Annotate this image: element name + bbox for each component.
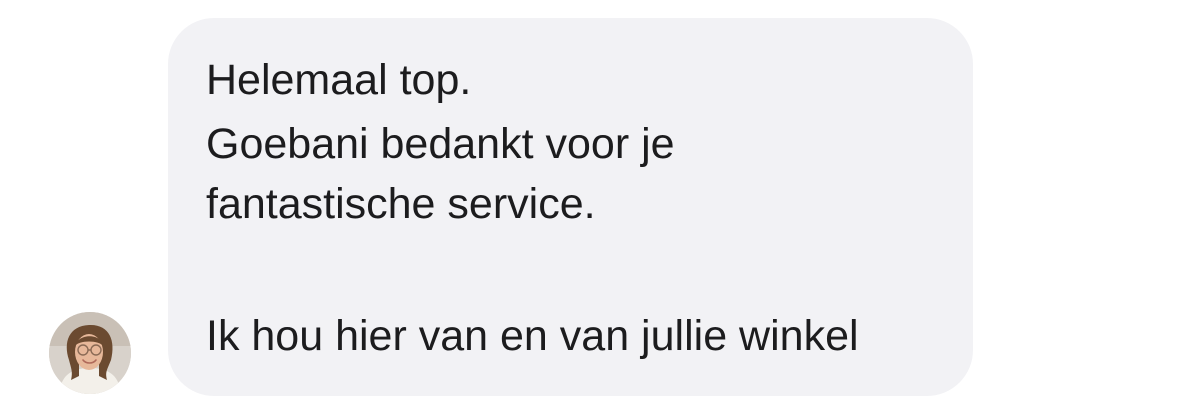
- chat-thread: Helemaal top. Goebani bedankt voor je fa…: [0, 0, 1179, 420]
- message-line: fantastische service.: [206, 180, 596, 228]
- message-line: Goebani bedankt voor je: [206, 120, 675, 168]
- message-line: Ik hou hier van en van jullie winkel: [206, 312, 859, 360]
- message-line: Helemaal top.: [206, 56, 472, 104]
- person-avatar-icon: [49, 312, 131, 394]
- message-bubble[interactable]: Helemaal top. Goebani bedankt voor je fa…: [168, 18, 973, 396]
- avatar[interactable]: [49, 312, 131, 394]
